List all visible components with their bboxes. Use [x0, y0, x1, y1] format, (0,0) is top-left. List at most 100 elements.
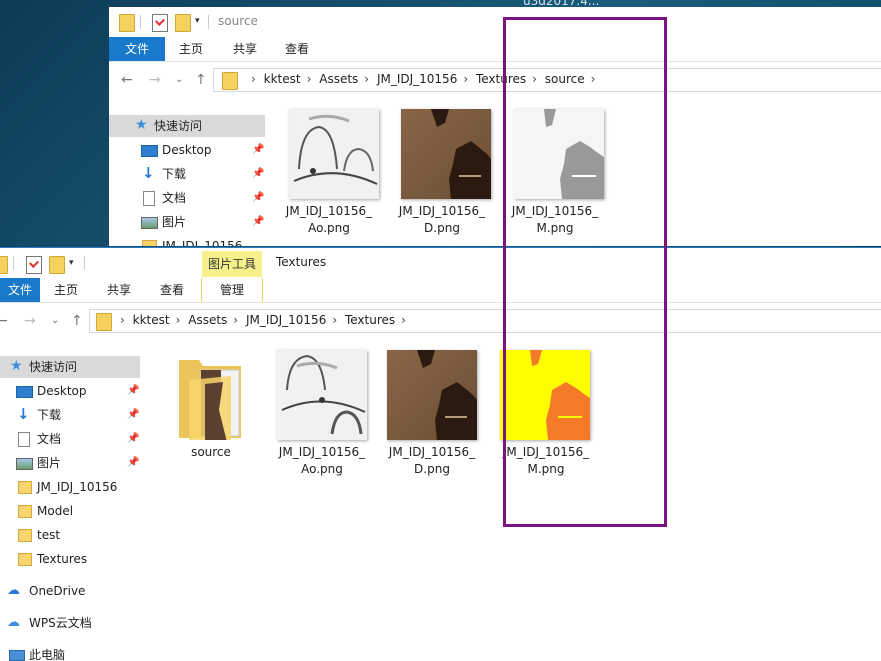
sidebar-item-jm-idj[interactable]: JM_IDJ_10156: [109, 235, 265, 246]
file-name-line2: M.png: [527, 462, 565, 476]
sidebar-item-pictures[interactable]: 图片 📌: [0, 452, 140, 474]
sidebar-item-label: 快速访问: [29, 360, 78, 374]
tab-view[interactable]: 查看: [272, 37, 322, 61]
forward-icon[interactable]: →: [24, 313, 36, 329]
window-title: source: [218, 14, 258, 28]
file-item-m[interactable]: JM_IDJ_10156_ M.png: [496, 348, 596, 488]
breadcrumb-textures[interactable]: Textures: [345, 313, 395, 327]
pin-icon[interactable]: 📌: [127, 380, 139, 402]
folder-icon: [96, 313, 112, 331]
computer-icon: [9, 650, 25, 661]
star-icon: ★: [135, 117, 148, 133]
pin-icon[interactable]: 📌: [127, 452, 139, 474]
tab-home[interactable]: 主页: [42, 278, 90, 302]
quick-access-dropdown-icon[interactable]: ▾: [69, 258, 74, 268]
address-input[interactable]: › kktest › Assets › JM_IDJ_10156 › Textures…: [213, 68, 881, 92]
folder-icon: [18, 529, 32, 542]
file-item-d[interactable]: JM_IDJ_10156_ D.png: [382, 348, 482, 488]
back-icon[interactable]: ←: [0, 313, 8, 329]
file-item-ao[interactable]: JM_IDJ_10156_ Ao.png: [272, 348, 372, 488]
breadcrumb-separator[interactable]: ›: [401, 313, 406, 327]
sidebar-item-label: 快速访问: [154, 119, 203, 133]
sidebar-item-pictures[interactable]: 图片 📌: [109, 211, 265, 233]
pin-icon[interactable]: 📌: [252, 139, 264, 161]
recent-dropdown-icon[interactable]: ⌄: [175, 74, 183, 85]
folder-icon: [18, 553, 32, 566]
pin-icon[interactable]: 📌: [127, 428, 139, 450]
breadcrumb-separator[interactable]: ›: [332, 313, 337, 327]
breadcrumb: › kktest › Assets › JM_IDJ_10156 › Textures…: [118, 313, 410, 327]
pin-icon[interactable]: 📌: [252, 187, 264, 209]
sidebar-item-desktop[interactable]: Desktop 📌: [0, 380, 140, 402]
sidebar-item-downloads[interactable]: ↓ 下载 📌: [109, 163, 265, 185]
sidebar-item-label: 文档: [162, 191, 187, 205]
breadcrumb-separator[interactable]: ›: [591, 72, 596, 86]
breadcrumb-jm-idj[interactable]: JM_IDJ_10156: [377, 72, 457, 86]
ribbon-tabs: 文件 主页 共享 查看: [109, 37, 881, 62]
sidebar-item-quick-access[interactable]: ★ 快速访问: [0, 356, 140, 378]
sidebar-item-jm-idj[interactable]: JM_IDJ_10156: [0, 476, 140, 498]
sidebar-item-onedrive[interactable]: ☁ OneDrive: [0, 580, 140, 602]
breadcrumb-separator: ›: [251, 72, 256, 86]
breadcrumb-assets[interactable]: Assets: [188, 313, 227, 327]
tab-share[interactable]: 共享: [95, 278, 143, 302]
sidebar-item-label: Desktop: [37, 384, 87, 398]
file-item-d[interactable]: JM_IDJ_10156_ D.png: [392, 107, 492, 246]
breadcrumb-separator[interactable]: ›: [463, 72, 468, 86]
breadcrumb-separator[interactable]: ›: [307, 72, 312, 86]
tab-share[interactable]: 共享: [220, 37, 270, 61]
sidebar-item-test[interactable]: test: [0, 524, 140, 546]
pin-icon[interactable]: 📌: [252, 163, 264, 185]
breadcrumb-kktest[interactable]: kktest: [264, 72, 301, 86]
file-item-ao[interactable]: JM_IDJ_10156_ Ao.png: [279, 107, 379, 246]
breadcrumb-source[interactable]: source: [545, 72, 585, 86]
breadcrumb-jm-idj[interactable]: JM_IDJ_10156: [246, 313, 326, 327]
folder-icon: [222, 72, 238, 90]
breadcrumb-separator[interactable]: ›: [233, 313, 238, 327]
breadcrumb-separator[interactable]: ›: [532, 72, 537, 86]
address-input[interactable]: › kktest › Assets › JM_IDJ_10156 › Textures…: [89, 309, 881, 333]
folder-icon: [18, 481, 32, 494]
quick-access-dropdown-icon[interactable]: ▾: [195, 16, 200, 26]
texture-thumbnail-ao: [289, 109, 379, 199]
sidebar-item-downloads[interactable]: ↓ 下载 📌: [0, 404, 140, 426]
tab-file[interactable]: 文件: [109, 37, 165, 61]
new-folder-icon[interactable]: [175, 14, 191, 32]
properties-icon[interactable]: [152, 14, 168, 32]
tab-home[interactable]: 主页: [166, 37, 216, 61]
folder-icon: [119, 14, 135, 32]
tab-manage[interactable]: 管理: [201, 278, 263, 302]
sidebar-item-model[interactable]: Model: [0, 500, 140, 522]
sidebar-item-label: JM_IDJ_10156: [162, 239, 243, 246]
desktop-icon: [16, 386, 33, 398]
up-icon[interactable]: ↑: [71, 313, 83, 329]
breadcrumb-separator[interactable]: ›: [176, 313, 181, 327]
breadcrumb-textures[interactable]: Textures: [476, 72, 526, 86]
breadcrumb-separator[interactable]: ›: [364, 72, 369, 86]
star-icon: ★: [10, 358, 23, 374]
up-icon[interactable]: ↑: [195, 72, 207, 88]
file-name-line1: JM_IDJ_10156_: [398, 204, 486, 218]
breadcrumb-kktest[interactable]: kktest: [133, 313, 170, 327]
sidebar-item-wps-cloud[interactable]: ☁ WPS云文档: [0, 612, 140, 634]
sidebar-item-quick-access[interactable]: ★ 快速访问: [109, 115, 265, 137]
cloud-icon: ☁: [7, 615, 20, 630]
sidebar-item-textures[interactable]: Textures: [0, 548, 140, 570]
breadcrumb-assets[interactable]: Assets: [319, 72, 358, 86]
properties-icon[interactable]: [26, 256, 42, 274]
tab-view[interactable]: 查看: [148, 278, 196, 302]
recent-dropdown-icon[interactable]: ⌄: [51, 315, 59, 326]
pin-icon[interactable]: 📌: [127, 404, 139, 426]
back-icon[interactable]: ←: [121, 72, 133, 88]
forward-icon[interactable]: →: [149, 72, 161, 88]
pin-icon[interactable]: 📌: [252, 211, 264, 233]
folder-item-source[interactable]: source: [161, 348, 261, 478]
file-item-m[interactable]: JM_IDJ_10156_ M.png: [505, 107, 605, 246]
sidebar-item-desktop[interactable]: Desktop 📌: [109, 139, 265, 161]
sidebar-item-documents[interactable]: 文档 📌: [109, 187, 265, 209]
sidebar-item-this-pc[interactable]: 此电脑: [0, 644, 140, 661]
folder-thumbnail: [171, 350, 261, 442]
tab-file[interactable]: 文件: [0, 278, 40, 302]
sidebar-item-documents[interactable]: 文档 📌: [0, 428, 140, 450]
new-folder-icon[interactable]: [49, 256, 65, 274]
